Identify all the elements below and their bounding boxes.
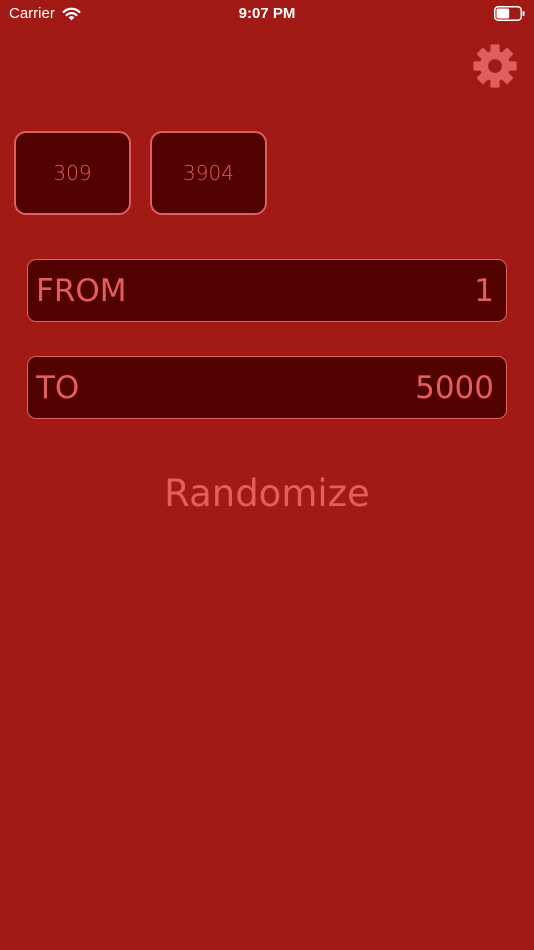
battery-icon (494, 6, 525, 21)
to-value[interactable]: 5000 (415, 370, 494, 406)
result-value: 309 (53, 161, 92, 185)
to-field[interactable]: TO 5000 (27, 356, 507, 419)
gear-icon (473, 44, 517, 88)
from-value[interactable]: 1 (474, 273, 494, 309)
from-label: FROM (36, 272, 127, 309)
result-value: 3904 (183, 161, 234, 185)
settings-button[interactable] (472, 43, 518, 89)
status-bar: Carrier 9:07 PM (0, 0, 534, 28)
from-field[interactable]: FROM 1 (27, 259, 507, 322)
status-time: 9:07 PM (238, 5, 296, 22)
result-box: 309 (14, 131, 131, 215)
result-box: 3904 (150, 131, 267, 215)
to-label: TO (36, 369, 80, 406)
randomize-button[interactable]: Randomize (0, 468, 534, 520)
